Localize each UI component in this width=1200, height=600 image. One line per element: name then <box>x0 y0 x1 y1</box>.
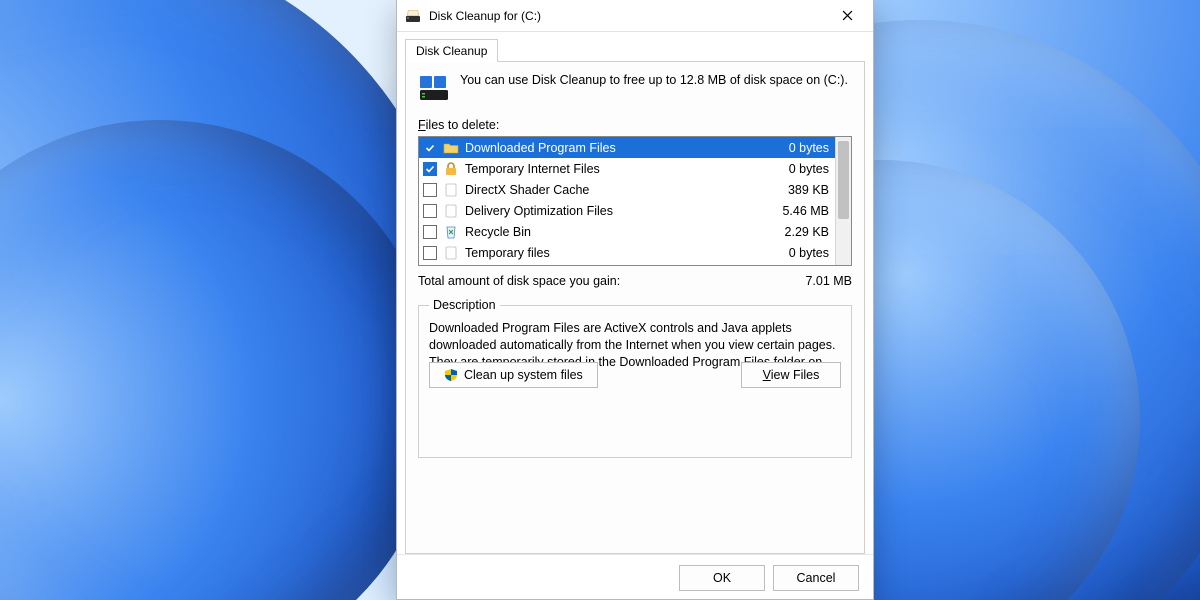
close-button[interactable] <box>825 2 869 30</box>
file-name: Delivery Optimization Files <box>465 204 763 218</box>
file-list-row[interactable]: Downloaded Program Files 0 bytes <box>419 137 835 158</box>
shield-icon <box>444 368 458 382</box>
window-title: Disk Cleanup for (C:) <box>429 9 825 23</box>
total-row: Total amount of disk space you gain: 7.0… <box>418 274 852 288</box>
recycle-icon <box>443 224 459 240</box>
tab-panel: You can use Disk Cleanup to free up to 1… <box>405 61 865 554</box>
file-list-row[interactable]: Recycle Bin 2.29 KB <box>419 221 835 242</box>
view-files-button[interactable]: View Files <box>741 362 841 388</box>
file-size: 0 bytes <box>769 162 829 176</box>
checkbox[interactable] <box>423 246 437 260</box>
file-name: Temporary files <box>465 246 763 260</box>
ok-button[interactable]: OK <box>679 565 765 591</box>
file-name: Recycle Bin <box>465 225 763 239</box>
description-legend: Description <box>429 298 500 312</box>
file-name: Downloaded Program Files <box>465 141 763 155</box>
file-list: Downloaded Program Files0 bytesTemporary… <box>418 136 852 266</box>
blank-icon <box>443 182 459 198</box>
tabstrip: Disk Cleanup <box>397 32 873 61</box>
checkbox[interactable] <box>423 183 437 197</box>
file-list-row[interactable]: DirectX Shader Cache 389 KB <box>419 179 835 200</box>
titlebar[interactable]: Disk Cleanup for (C:) <box>397 0 873 32</box>
intro-text: You can use Disk Cleanup to free up to 1… <box>460 72 848 104</box>
checkbox[interactable] <box>423 141 437 155</box>
scrollbar[interactable] <box>835 137 851 265</box>
dialog-footer: OK Cancel <box>397 554 873 599</box>
file-list-row[interactable]: Delivery Optimization Files 5.46 MB <box>419 200 835 221</box>
drive-icon <box>418 72 450 104</box>
blank-icon <box>443 203 459 219</box>
file-list-row[interactable]: Temporary Internet Files 0 bytes <box>419 158 835 179</box>
files-to-delete-label: Files to delete: <box>418 118 852 132</box>
checkbox[interactable] <box>423 204 437 218</box>
checkbox[interactable] <box>423 162 437 176</box>
folder-icon <box>443 140 459 156</box>
close-icon <box>842 10 853 21</box>
file-size: 5.46 MB <box>769 204 829 218</box>
checkbox[interactable] <box>423 225 437 239</box>
file-name: Temporary Internet Files <box>465 162 763 176</box>
total-value: 7.01 MB <box>805 274 852 288</box>
scrollbar-thumb[interactable] <box>838 141 849 219</box>
description-group: Description Downloaded Program Files are… <box>418 298 852 458</box>
file-size: 2.29 KB <box>769 225 829 239</box>
lock-icon <box>443 161 459 177</box>
file-list-row[interactable]: Temporary files 0 bytes <box>419 242 835 263</box>
blank-icon <box>443 245 459 261</box>
disk-cleanup-icon <box>405 8 421 24</box>
total-label: Total amount of disk space you gain: <box>418 274 620 288</box>
tab-disk-cleanup[interactable]: Disk Cleanup <box>405 39 498 62</box>
intro-row: You can use Disk Cleanup to free up to 1… <box>418 72 852 104</box>
disk-cleanup-dialog: Disk Cleanup for (C:) Disk Cleanup You c… <box>396 0 874 600</box>
cancel-button[interactable]: Cancel <box>773 565 859 591</box>
file-size: 0 bytes <box>769 246 829 260</box>
file-size: 0 bytes <box>769 141 829 155</box>
file-size: 389 KB <box>769 183 829 197</box>
clean-system-files-button[interactable]: Clean up system files <box>429 362 598 388</box>
file-name: DirectX Shader Cache <box>465 183 763 197</box>
